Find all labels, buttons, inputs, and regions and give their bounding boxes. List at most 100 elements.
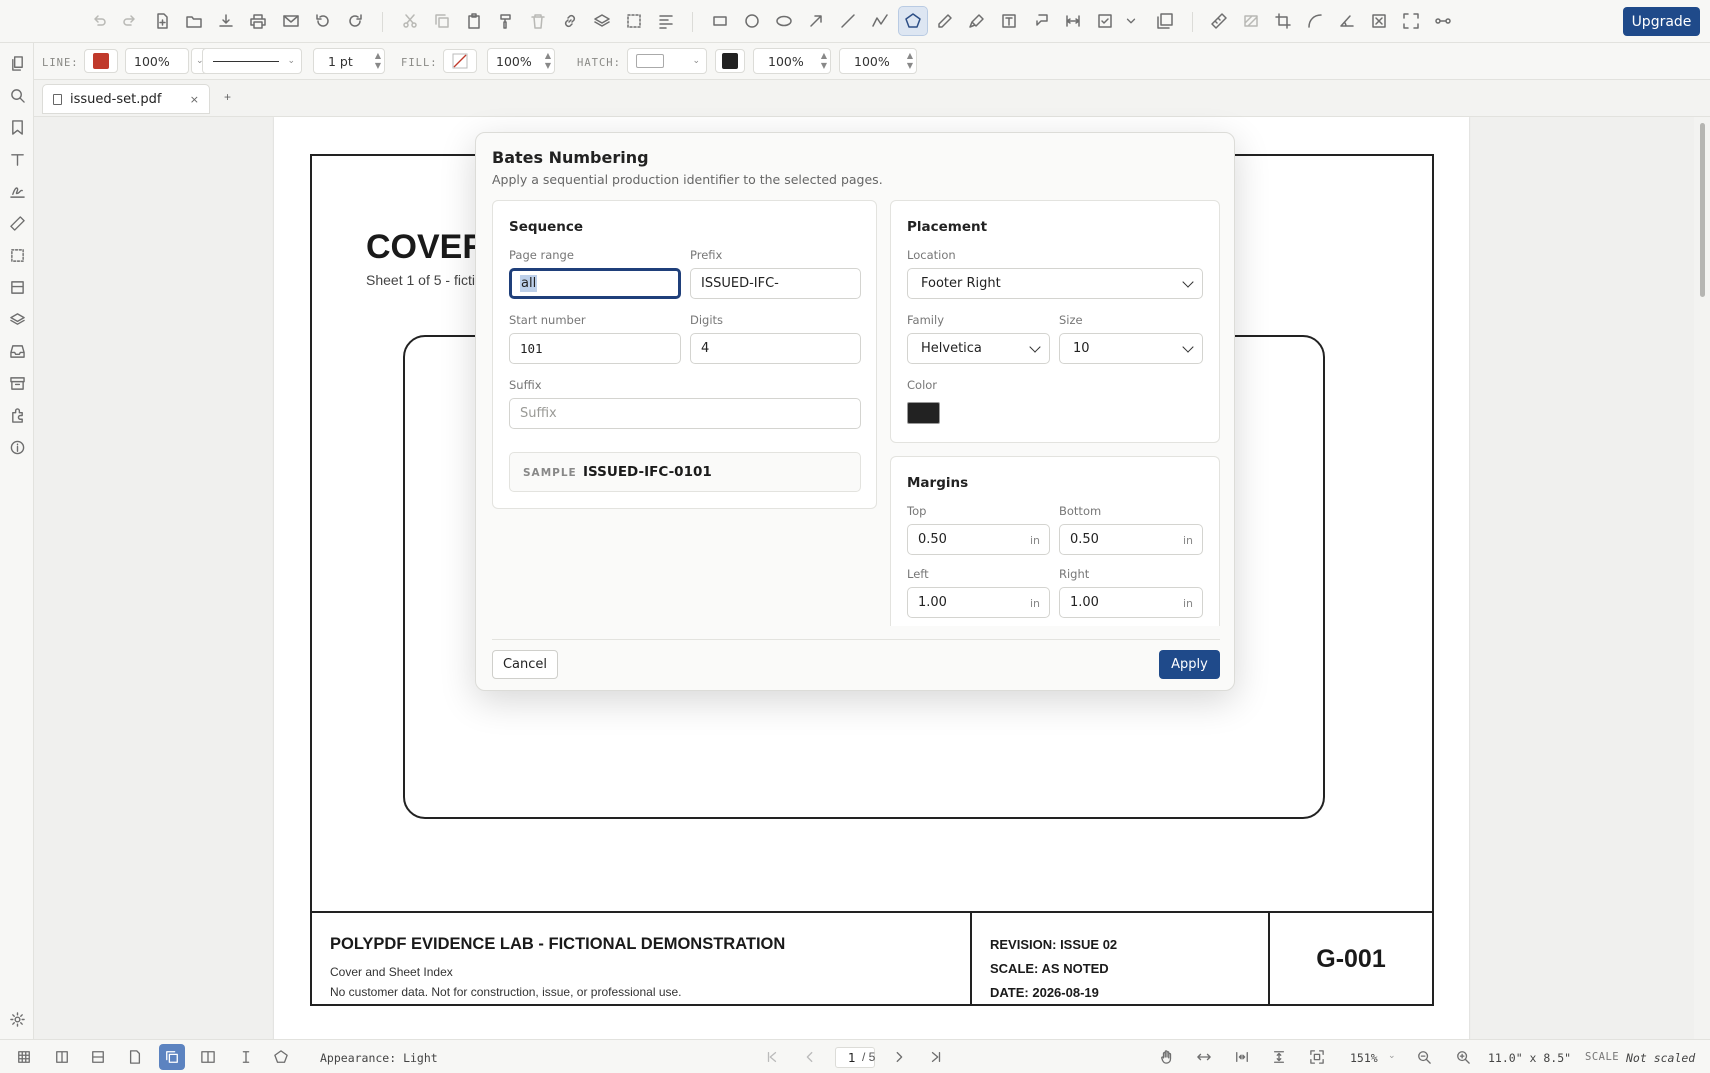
circle-icon[interactable] bbox=[742, 11, 762, 31]
search-icon[interactable] bbox=[8, 86, 26, 104]
polyline-icon[interactable] bbox=[870, 11, 890, 31]
rectangle-icon[interactable] bbox=[710, 11, 730, 31]
top-margin-input[interactable]: 0.50 in bbox=[907, 524, 1050, 555]
chevron-down-icon[interactable]: ⌄ bbox=[1388, 1050, 1396, 1061]
arrow-icon[interactable] bbox=[806, 11, 826, 31]
undo-icon[interactable] bbox=[89, 11, 109, 31]
hatch-pattern-select[interactable]: ⌄ bbox=[627, 48, 707, 74]
mail-icon[interactable] bbox=[281, 11, 301, 31]
archive-icon[interactable] bbox=[8, 374, 26, 392]
prefix-input[interactable]: ISSUED-IFC- bbox=[690, 268, 861, 299]
scale-value[interactable]: Not scaled bbox=[1626, 1051, 1695, 1065]
selection-icon[interactable] bbox=[8, 246, 26, 264]
digits-input[interactable]: 4 bbox=[690, 333, 861, 364]
layers-panel-icon[interactable] bbox=[8, 310, 26, 328]
fullscreen-icon[interactable] bbox=[1401, 11, 1421, 31]
signature-icon[interactable] bbox=[8, 182, 26, 200]
plugin-icon[interactable] bbox=[8, 406, 26, 424]
first-page-icon[interactable] bbox=[763, 1048, 781, 1066]
zoom-selection-icon[interactable] bbox=[1308, 1048, 1326, 1066]
two-page-icon[interactable] bbox=[199, 1048, 217, 1066]
download-icon[interactable] bbox=[216, 11, 236, 31]
distance-icon[interactable] bbox=[1433, 11, 1453, 31]
page-range-input[interactable]: all bbox=[509, 268, 681, 299]
checkbox-field-icon[interactable] bbox=[1095, 11, 1115, 31]
extra-opacity-field[interactable]: 100% ▲ ▼ bbox=[839, 48, 917, 74]
line-color-swatch[interactable] bbox=[84, 49, 118, 73]
stamp-images-icon[interactable] bbox=[1155, 11, 1175, 31]
inbox-icon[interactable] bbox=[8, 342, 26, 360]
callout-icon[interactable] bbox=[1031, 11, 1051, 31]
measure-icon[interactable] bbox=[8, 214, 26, 232]
highlighter-icon[interactable] bbox=[967, 11, 987, 31]
measure-ruler-icon[interactable] bbox=[1209, 11, 1229, 31]
suffix-input[interactable]: Suffix bbox=[509, 398, 861, 429]
stepper-icon[interactable]: ▲ ▼ bbox=[545, 51, 551, 71]
location-select[interactable]: Footer Right bbox=[907, 268, 1203, 299]
last-page-icon[interactable] bbox=[927, 1048, 945, 1066]
paste-icon[interactable] bbox=[464, 11, 484, 31]
tab-issued-set[interactable]: issued-set.pdf × bbox=[42, 84, 210, 114]
copy-icon[interactable] bbox=[432, 11, 452, 31]
hatch-color-swatch[interactable] bbox=[715, 49, 745, 73]
delete-icon[interactable] bbox=[528, 11, 548, 31]
zoom-in-icon[interactable] bbox=[1454, 1048, 1472, 1066]
line-icon[interactable] bbox=[838, 11, 858, 31]
ellipse-icon[interactable] bbox=[774, 11, 794, 31]
crop-icon[interactable] bbox=[1273, 11, 1293, 31]
settings-gear-icon[interactable] bbox=[8, 1010, 26, 1028]
scrollbar-thumb[interactable] bbox=[1700, 123, 1705, 297]
link-icon[interactable] bbox=[560, 11, 580, 31]
polygon-icon[interactable] bbox=[898, 6, 928, 36]
area-hatch-icon[interactable] bbox=[1241, 11, 1261, 31]
left-margin-input[interactable]: 1.00 in bbox=[907, 587, 1050, 618]
rotate-right-icon[interactable] bbox=[345, 11, 365, 31]
text-icon[interactable] bbox=[8, 150, 26, 168]
new-file-icon[interactable] bbox=[152, 11, 172, 31]
open-folder-icon[interactable] bbox=[184, 11, 204, 31]
polygon-status-icon[interactable] bbox=[272, 1048, 290, 1066]
fit-page-icon[interactable] bbox=[1233, 1048, 1251, 1066]
hatch-opacity-field[interactable]: 100% ▲ ▼ bbox=[753, 48, 831, 74]
close-tab-icon[interactable]: × bbox=[190, 93, 199, 106]
fill-color-swatch[interactable] bbox=[443, 49, 477, 73]
line-style-select[interactable]: ⌄ bbox=[202, 48, 302, 74]
redact-icon[interactable] bbox=[1369, 11, 1389, 31]
info-icon[interactable] bbox=[8, 438, 26, 456]
right-margin-input[interactable]: 1.00 in bbox=[1059, 587, 1203, 618]
bottom-margin-input[interactable]: 0.50 in bbox=[1059, 524, 1203, 555]
add-tab-button[interactable]: + bbox=[224, 90, 231, 104]
font-size-select[interactable]: 10 bbox=[1059, 333, 1203, 364]
chevron-down-icon[interactable] bbox=[1124, 11, 1138, 31]
align-icon[interactable] bbox=[656, 11, 676, 31]
print-icon[interactable] bbox=[248, 11, 268, 31]
appearance-status[interactable]: Appearance: Light bbox=[320, 1051, 438, 1065]
zoom-level[interactable]: 151% bbox=[1350, 1051, 1378, 1065]
single-page-icon[interactable] bbox=[126, 1048, 144, 1066]
redo-icon[interactable] bbox=[120, 11, 140, 31]
fit-width-icon[interactable] bbox=[1195, 1048, 1213, 1066]
upgrade-button[interactable]: Upgrade bbox=[1623, 7, 1700, 36]
format-painter-icon[interactable] bbox=[496, 11, 516, 31]
line-opacity-field[interactable]: 100% bbox=[125, 48, 189, 74]
font-family-select[interactable]: Helvetica bbox=[907, 333, 1050, 364]
zoom-out-icon[interactable] bbox=[1415, 1048, 1433, 1066]
angle-icon[interactable] bbox=[1337, 11, 1357, 31]
cut-icon[interactable] bbox=[400, 11, 420, 31]
pen-icon[interactable] bbox=[935, 11, 955, 31]
start-number-input[interactable]: 101 bbox=[509, 333, 681, 364]
stepper-icon[interactable]: ▲ ▼ bbox=[907, 51, 913, 71]
grid-view-icon[interactable] bbox=[15, 1048, 33, 1066]
select-marquee-icon[interactable] bbox=[624, 11, 644, 31]
table-icon[interactable] bbox=[8, 278, 26, 296]
vertical-scrollbar[interactable] bbox=[1697, 117, 1710, 1039]
arc-icon[interactable] bbox=[1305, 11, 1325, 31]
line-width-field[interactable]: 1 pt ▲ ▼ bbox=[313, 48, 385, 74]
prev-page-icon[interactable] bbox=[801, 1048, 819, 1066]
dimension-icon[interactable] bbox=[1063, 11, 1083, 31]
split-horizontal-icon[interactable] bbox=[89, 1048, 107, 1066]
stepper-icon[interactable]: ▲ ▼ bbox=[821, 51, 827, 71]
pages-icon[interactable] bbox=[8, 54, 26, 72]
bookmark-icon[interactable] bbox=[8, 118, 26, 136]
next-page-icon[interactable] bbox=[890, 1048, 908, 1066]
